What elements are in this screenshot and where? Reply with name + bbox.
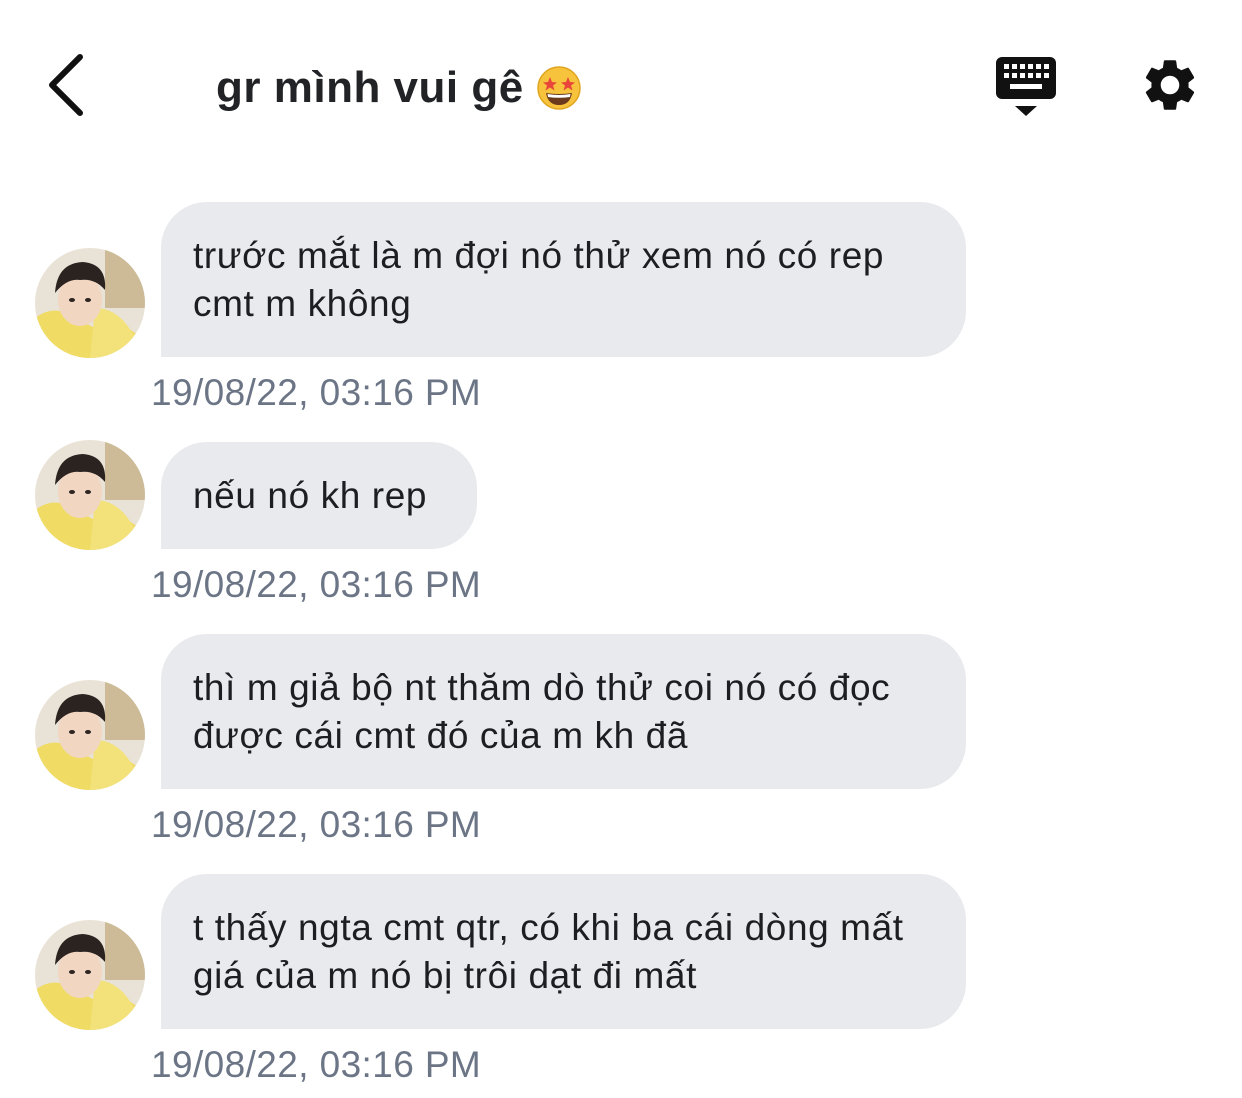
chevron-left-icon bbox=[49, 54, 83, 116]
message-bubble[interactable]: trước mắt là m đợi nó thử xem nó có rep … bbox=[161, 202, 966, 357]
chat-title-group: gr mình vui gê bbox=[216, 58, 582, 118]
avatar-photo bbox=[35, 248, 145, 358]
message-bubble[interactable]: nếu nó kh rep bbox=[161, 442, 477, 549]
message-timestamp: 19/08/22, 03:16 PM bbox=[151, 564, 482, 605]
sender-avatar[interactable] bbox=[35, 440, 145, 550]
message-text: trước mắt là m đợi nó thử xem nó có rep … bbox=[193, 235, 885, 324]
sender-avatar[interactable] bbox=[35, 248, 145, 358]
message-bubble[interactable]: t thấy ngta cmt qtr, có khi ba cái dòng … bbox=[161, 874, 966, 1029]
sender-avatar[interactable] bbox=[35, 680, 145, 790]
settings-button[interactable] bbox=[1139, 54, 1201, 116]
message-timestamp: 19/08/22, 03:16 PM bbox=[151, 1044, 482, 1085]
avatar-photo bbox=[35, 440, 145, 550]
message-text: thì m giả bộ nt thăm dò thử coi nó có đọ… bbox=[193, 667, 891, 756]
keyboard-icon bbox=[996, 57, 1056, 116]
chat-header: gr mình vui gê bbox=[0, 0, 1242, 170]
sender-avatar[interactable] bbox=[35, 920, 145, 1030]
gear-icon bbox=[1145, 60, 1195, 110]
message-timestamp: 19/08/22, 03:16 PM bbox=[151, 804, 482, 845]
chat-title: gr mình vui gê bbox=[216, 63, 524, 112]
keyboard-button[interactable] bbox=[993, 55, 1059, 119]
message-text: t thấy ngta cmt qtr, có khi ba cái dòng … bbox=[193, 907, 904, 996]
message-text: nếu nó kh rep bbox=[193, 475, 428, 516]
star-struck-emoji-icon bbox=[536, 66, 581, 110]
message-timestamp: 19/08/22, 03:16 PM bbox=[151, 372, 482, 413]
message-bubble[interactable]: thì m giả bộ nt thăm dò thử coi nó có đọ… bbox=[161, 634, 966, 789]
avatar-photo bbox=[35, 920, 145, 1030]
back-button[interactable] bbox=[30, 45, 110, 125]
avatar-photo bbox=[35, 680, 145, 790]
